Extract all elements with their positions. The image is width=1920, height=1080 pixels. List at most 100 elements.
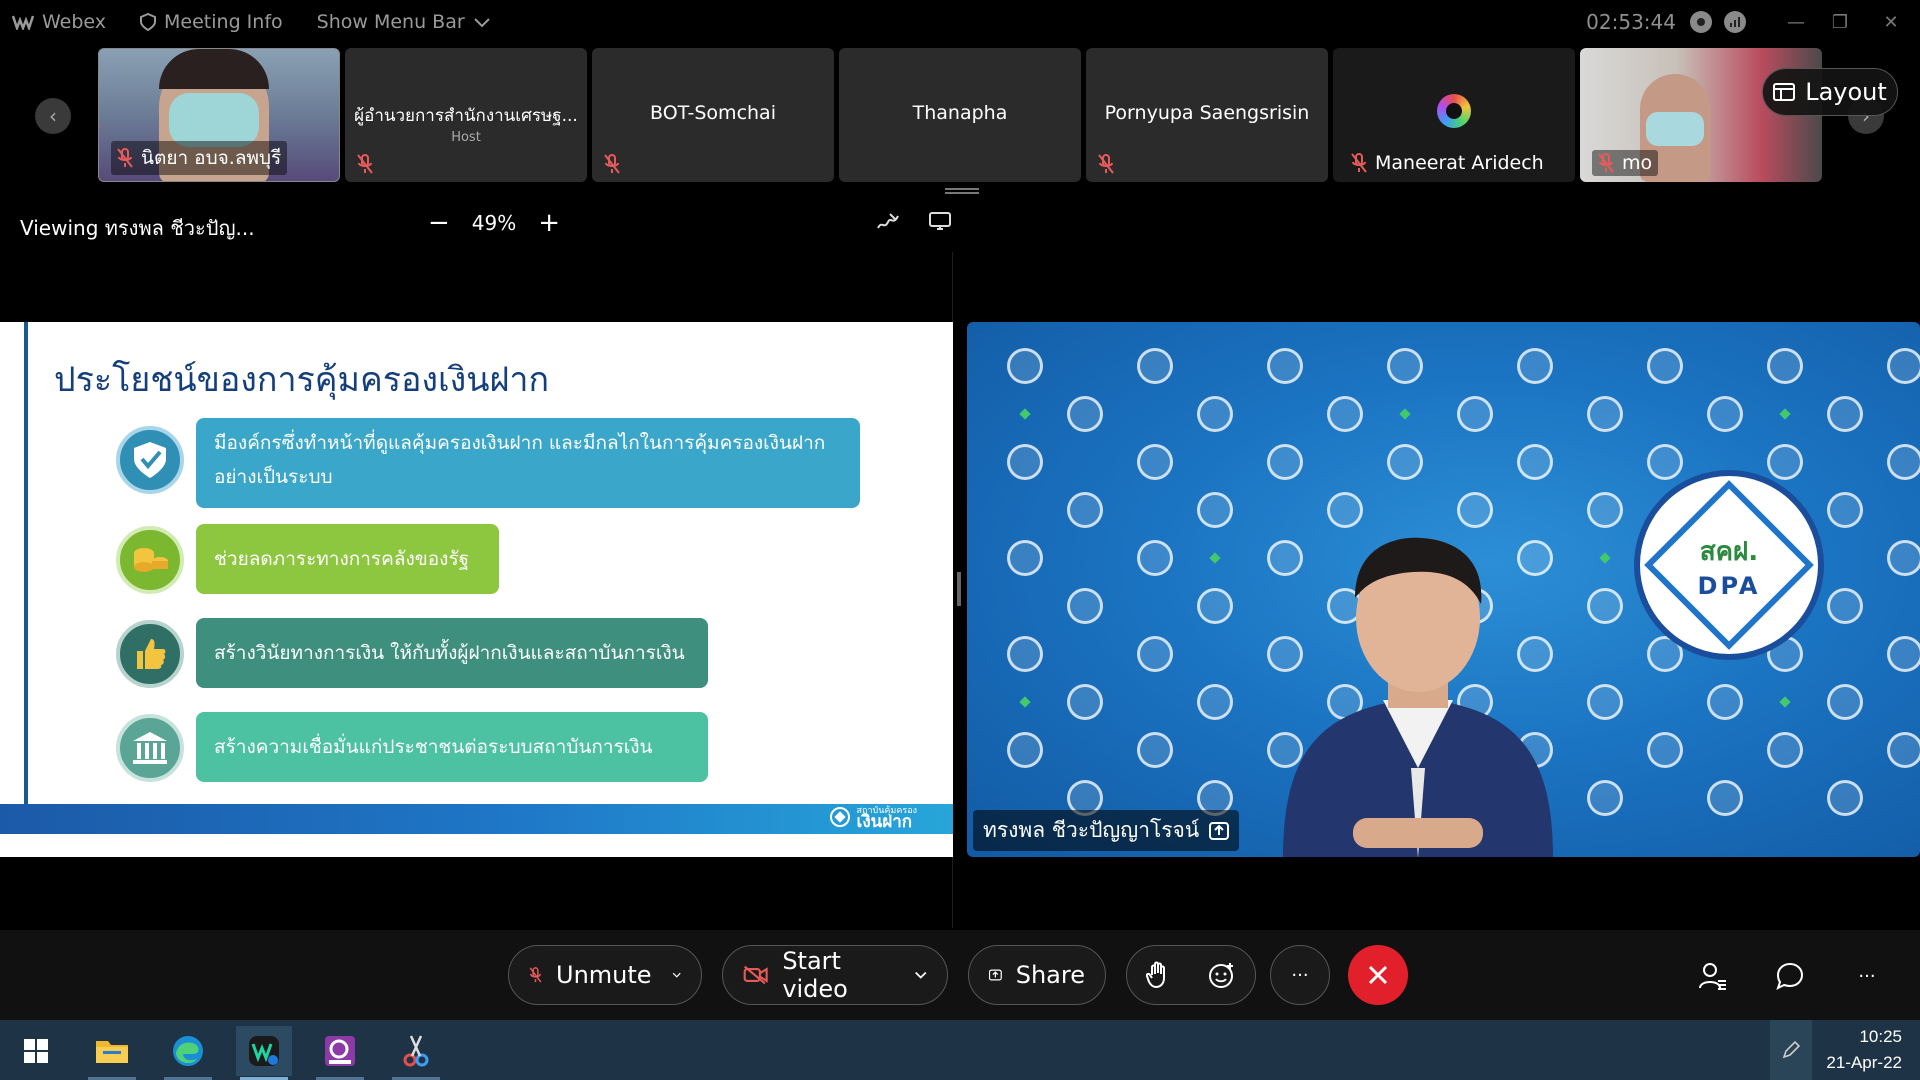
backdrop-emblem <box>1007 540 1043 576</box>
pen-icon <box>1782 1040 1801 1059</box>
backdrop-emblem <box>1457 396 1493 432</box>
backdrop-emblem <box>1387 348 1423 384</box>
dpa-emblem-icon <box>829 807 850 827</box>
backdrop-emblem <box>1707 780 1743 816</box>
backdrop-emblem <box>1387 444 1423 480</box>
scissors-icon <box>403 1035 429 1067</box>
layout-label: Layout <box>1805 78 1887 106</box>
backdrop-emblem <box>1197 492 1233 528</box>
minimize-button[interactable]: — <box>1774 0 1818 44</box>
title-bar: Webex Meeting Info Show Menu Bar 02:53:4… <box>0 0 1920 44</box>
webex-menu[interactable]: Webex <box>12 11 106 33</box>
restore-button[interactable]: ❐ <box>1818 0 1862 44</box>
annotate-icon[interactable] <box>876 210 900 232</box>
backdrop-emblem <box>1767 444 1803 480</box>
unmute-button[interactable]: Unmute <box>508 945 702 1005</box>
layout-button[interactable]: Layout <box>1762 68 1898 116</box>
start-video-button[interactable]: Start video <box>722 945 948 1005</box>
folder-icon <box>96 1041 128 1063</box>
pen-tray-button[interactable] <box>1770 1020 1812 1080</box>
participant-tile[interactable]: Pornyupa Saengsrisin <box>1086 48 1328 182</box>
backdrop-emblem <box>1587 492 1623 528</box>
participant-tile[interactable]: นิตยา อบจ.ลพบุรี <box>98 48 340 182</box>
leave-meeting-button[interactable] <box>1348 945 1408 1005</box>
backdrop-emblem <box>1647 732 1683 768</box>
backdrop-emblem <box>1767 732 1803 768</box>
taskbar-snipping-tool[interactable] <box>388 1026 444 1080</box>
zoom-out-button[interactable]: − <box>428 208 450 238</box>
participant-name: mo <box>1622 152 1653 174</box>
participant-tile[interactable]: Thanapha <box>839 48 1081 182</box>
chat-icon <box>1776 962 1804 990</box>
slide-accent-bar <box>24 322 28 807</box>
backdrop-emblem <box>1007 348 1043 384</box>
close-window-button[interactable]: ✕ <box>1862 0 1920 44</box>
webex-logo-icon <box>12 15 34 30</box>
bullet-box: ช่วยลดภาระทางการคลังของรัฐ <box>196 524 499 594</box>
participant-tile[interactable]: BOT-Somchai <box>592 48 834 182</box>
participant-tile[interactable]: Maneerat Aridech <box>1333 48 1575 182</box>
speaker-figure <box>1283 537 1553 857</box>
share-screen-icon <box>989 969 1002 981</box>
backdrop-dot <box>1019 408 1031 420</box>
recording-status-icon[interactable] <box>1690 11 1712 33</box>
backdrop-emblem <box>1647 444 1683 480</box>
footer-logo-text: เงินฝาก <box>856 812 913 832</box>
bank-icon <box>116 714 184 782</box>
meeting-info-button[interactable]: Meeting Info <box>140 11 283 33</box>
panel-splitter[interactable] <box>957 572 961 606</box>
app-name: Webex <box>42 11 107 33</box>
reactions-icon[interactable] <box>1208 961 1236 989</box>
show-menu-bar-button[interactable]: Show Menu Bar <box>317 11 491 33</box>
strip-prev-button[interactable]: ‹ <box>35 98 71 134</box>
chevron-down-icon[interactable] <box>672 970 681 980</box>
taskbar-file-explorer[interactable] <box>84 1026 140 1080</box>
edge-browser-icon <box>173 1036 203 1066</box>
more-panels-button[interactable]: ··· <box>1849 958 1885 994</box>
participant-name: Thanapha <box>912 102 1008 124</box>
backdrop-emblem <box>1007 732 1043 768</box>
active-speaker-video[interactable]: สคฝ. DPA ทรงพล ชีวะปัญญาโรจน์ <box>967 322 1920 857</box>
participant-tile[interactable]: ผู้อำนวยการสำนักงานเศรษฐ... Host <box>345 48 587 182</box>
pop-out-share-icon[interactable] <box>928 210 952 232</box>
bullet-text: อย่างเป็นระบบ <box>214 466 333 488</box>
backdrop-emblem <box>1647 348 1683 384</box>
shared-content-area[interactable]: ประโยชน์ของการคุ้มครองเงินฝาก มีองค์กรซึ… <box>0 252 953 928</box>
zoom-in-button[interactable]: + <box>538 208 560 238</box>
taskbar-edge[interactable] <box>160 1026 216 1080</box>
taskbar-webex[interactable] <box>236 1026 292 1080</box>
backdrop-emblem <box>1137 540 1173 576</box>
show-menu-bar-label: Show Menu Bar <box>316 11 465 33</box>
backdrop-dot <box>1019 696 1031 708</box>
backdrop-emblem <box>1887 348 1920 384</box>
taskbar-pdf-app[interactable] <box>312 1026 368 1080</box>
backdrop-emblem <box>1887 444 1920 480</box>
raise-hand-icon[interactable] <box>1146 961 1170 989</box>
backdrop-emblem <box>1067 396 1103 432</box>
backdrop-emblem <box>1197 588 1233 624</box>
chat-panel-button[interactable] <box>1772 958 1808 994</box>
backdrop-emblem <box>1137 732 1173 768</box>
system-clock[interactable]: 10:25 21-Apr-22 <box>1826 1024 1902 1076</box>
strip-resize-handle[interactable] <box>945 188 979 194</box>
participants-panel-button[interactable] <box>1695 958 1731 994</box>
more-options-button[interactable]: ··· <box>1270 945 1330 1005</box>
participant-name: ผู้อำนวยการสำนักงานเศรษฐ... <box>354 106 578 126</box>
dpa-logo-en: DPA <box>1697 571 1761 600</box>
bullet-text: สร้างความเชื่อมั่นแก่ประชาชนต่อระบบสถาบั… <box>214 736 653 758</box>
speaker-name: ทรงพล ชีวะปัญญาโรจน์ <box>983 818 1200 842</box>
backdrop-dot <box>1779 696 1791 708</box>
participant-label: Maneerat Aridech <box>1345 150 1550 176</box>
chevron-down-icon[interactable] <box>914 970 928 980</box>
pdf-app-icon <box>325 1036 355 1066</box>
bullet-box: มีองค์กรซึ่งทำหน้าที่ดูแลคุ้มครองเงินฝาก… <box>196 418 860 508</box>
dpa-logo-thai: สคฝ. <box>1699 536 1759 567</box>
mic-muted-icon <box>1598 153 1614 173</box>
backdrop-emblem <box>1827 780 1863 816</box>
network-health-icon[interactable] <box>1724 11 1746 33</box>
backdrop-emblem <box>1827 396 1863 432</box>
backdrop-dot <box>1779 408 1791 420</box>
mic-muted-icon <box>1351 153 1367 173</box>
start-button[interactable] <box>8 1026 64 1076</box>
share-button[interactable]: Share <box>968 945 1106 1005</box>
